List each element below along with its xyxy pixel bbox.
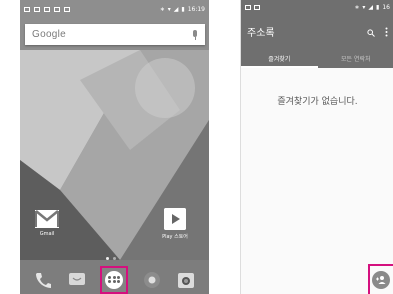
browser-icon[interactable] bbox=[141, 269, 163, 291]
mic-icon[interactable] bbox=[192, 29, 198, 40]
status-time: 16:19 bbox=[187, 5, 205, 13]
home-screen: ∗ ▾ ◢ ▮ 16:19 Google Gmail Play 스토어 bbox=[20, 0, 209, 294]
gmail-icon bbox=[35, 210, 59, 228]
bluetooth-icon: ∗ bbox=[159, 5, 165, 13]
tab-all-contacts[interactable]: 모든 연락처 bbox=[318, 48, 393, 68]
gallery-icon bbox=[44, 6, 50, 12]
signal-icon: ◢ bbox=[173, 5, 179, 13]
messages-icon[interactable] bbox=[66, 269, 88, 291]
play-store-app[interactable]: Play 스토어 bbox=[150, 208, 200, 240]
add-contact-highlight bbox=[368, 264, 393, 294]
play-store-label: Play 스토어 bbox=[162, 234, 188, 240]
battery-icon: ▮ bbox=[181, 5, 185, 13]
play-store-icon bbox=[164, 208, 186, 230]
image-icon bbox=[254, 5, 260, 10]
tab-favorites[interactable]: 즐겨찾기 bbox=[241, 48, 318, 68]
status-bar: ∗ ▾ ◢ ▮ 16:19 bbox=[20, 0, 209, 18]
download-icon bbox=[34, 6, 40, 12]
battery-icon: ▮ bbox=[376, 4, 380, 11]
camera-icon[interactable] bbox=[175, 269, 197, 291]
google-search-bar[interactable]: Google bbox=[25, 24, 205, 45]
gmail-label: Gmail bbox=[39, 231, 55, 237]
image-icon bbox=[64, 6, 70, 12]
page-indicator bbox=[106, 257, 116, 260]
app-drawer-icon bbox=[105, 270, 124, 289]
google-logo: Google bbox=[32, 29, 67, 40]
add-contact-button[interactable] bbox=[372, 271, 390, 289]
status-bar: ∗ ▾ ◢ ▮ 16 bbox=[241, 0, 393, 15]
empty-state-message: 즐겨찾기가 없습니다. bbox=[277, 97, 358, 107]
calendar-icon bbox=[54, 6, 60, 12]
notification-icon bbox=[24, 6, 30, 12]
contacts-screen: ∗ ▾ ◢ ▮ 16 주소록 즐겨찾기 모든 연락처 즐겨찾기가 없습니다. bbox=[240, 0, 393, 294]
tab-bar: 즐겨찾기 모든 연락처 bbox=[241, 48, 393, 68]
wifi-icon: ▾ bbox=[167, 5, 171, 13]
signal-icon: ◢ bbox=[368, 4, 374, 11]
gmail-app[interactable]: Gmail bbox=[32, 210, 62, 237]
search-icon[interactable] bbox=[367, 22, 375, 41]
app-bar: ∗ ▾ ◢ ▮ 16 주소록 즐겨찾기 모든 연락처 bbox=[241, 0, 393, 68]
bluetooth-icon: ∗ bbox=[354, 4, 360, 11]
wifi-icon: ▾ bbox=[362, 4, 366, 11]
dock bbox=[20, 265, 209, 294]
more-options-icon[interactable] bbox=[385, 22, 388, 41]
add-person-icon bbox=[376, 276, 386, 284]
gallery-icon bbox=[245, 5, 251, 10]
phone-icon[interactable] bbox=[32, 269, 54, 291]
page-title: 주소록 bbox=[247, 28, 275, 39]
status-time: 16 bbox=[382, 4, 390, 11]
app-drawer-button[interactable] bbox=[100, 265, 129, 294]
